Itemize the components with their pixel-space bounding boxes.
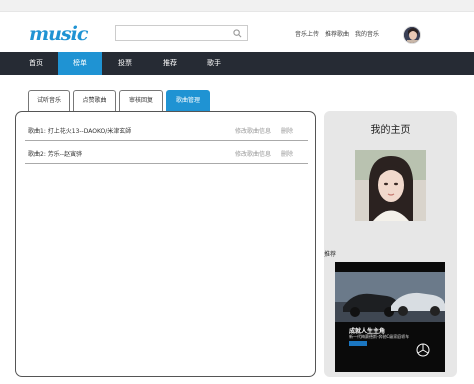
nav-charts[interactable]: 榜单 (58, 52, 102, 75)
nav-recommend[interactable]: 推荐 (152, 52, 188, 75)
song-title: 歌曲1: 打上花火13--DAOKO/米津玄師 (28, 128, 132, 135)
table-row: 歌曲1: 打上花火13--DAOKO/米津玄師 修改歌曲信息 删除 (25, 122, 308, 141)
header: music 音乐上传 推荐歌曲 我的音乐 (0, 12, 474, 52)
search-icon[interactable] (233, 29, 242, 38)
nav-home[interactable]: 首页 (20, 52, 52, 75)
delete-song-link[interactable]: 删除 (281, 122, 293, 141)
profile-photo (355, 150, 426, 221)
song-title: 歌曲2: 芳乐--赵寅骅 (28, 151, 83, 158)
my-music-link[interactable]: 我的音乐 (355, 29, 379, 38)
top-strip (0, 0, 474, 12)
recommend-songs-link[interactable]: 推荐歌曲 (325, 29, 349, 38)
ad-subline: 新一代梅赛德斯-奔驰C级家庭轿车 (349, 334, 410, 339)
music-logo[interactable]: music (28, 21, 90, 45)
tab-listen[interactable]: 试听音乐 (28, 90, 70, 111)
search-box[interactable] (115, 25, 248, 41)
main-navbar: 首页 榜单 投票 推荐 歌手 (0, 52, 474, 75)
nav-vote[interactable]: 投票 (108, 52, 142, 75)
tab-review-replies[interactable]: 审核回复 (119, 90, 163, 111)
ad-cta-button[interactable] (349, 341, 367, 346)
tab-song-management[interactable]: 歌曲管理 (166, 90, 210, 111)
profile-title: 我的主页 (370, 125, 411, 136)
upload-music-link[interactable]: 音乐上传 (295, 29, 319, 38)
ad-banner[interactable]: 成就人生主角 新一代梅赛德斯-奔驰C级家庭轿车 (335, 262, 445, 372)
header-links: 音乐上传 推荐歌曲 我的音乐 (295, 29, 379, 38)
recommend-label: 推荐 (324, 251, 337, 258)
tab-liked-songs[interactable]: 点赞歌曲 (73, 90, 116, 111)
svg-text:music: music (29, 23, 89, 45)
table-row: 歌曲2: 芳乐--赵寅骅 修改歌曲信息 删除 (25, 145, 308, 164)
edit-song-link[interactable]: 修改歌曲信息 (235, 122, 271, 141)
avatar[interactable] (403, 26, 421, 44)
edit-song-link[interactable]: 修改歌曲信息 (235, 145, 271, 164)
nav-singers[interactable]: 歌手 (198, 52, 230, 75)
delete-song-link[interactable]: 删除 (281, 145, 293, 164)
song-list-panel: 歌曲1: 打上花火13--DAOKO/米津玄師 修改歌曲信息 删除 歌曲2: 芳… (15, 111, 316, 377)
